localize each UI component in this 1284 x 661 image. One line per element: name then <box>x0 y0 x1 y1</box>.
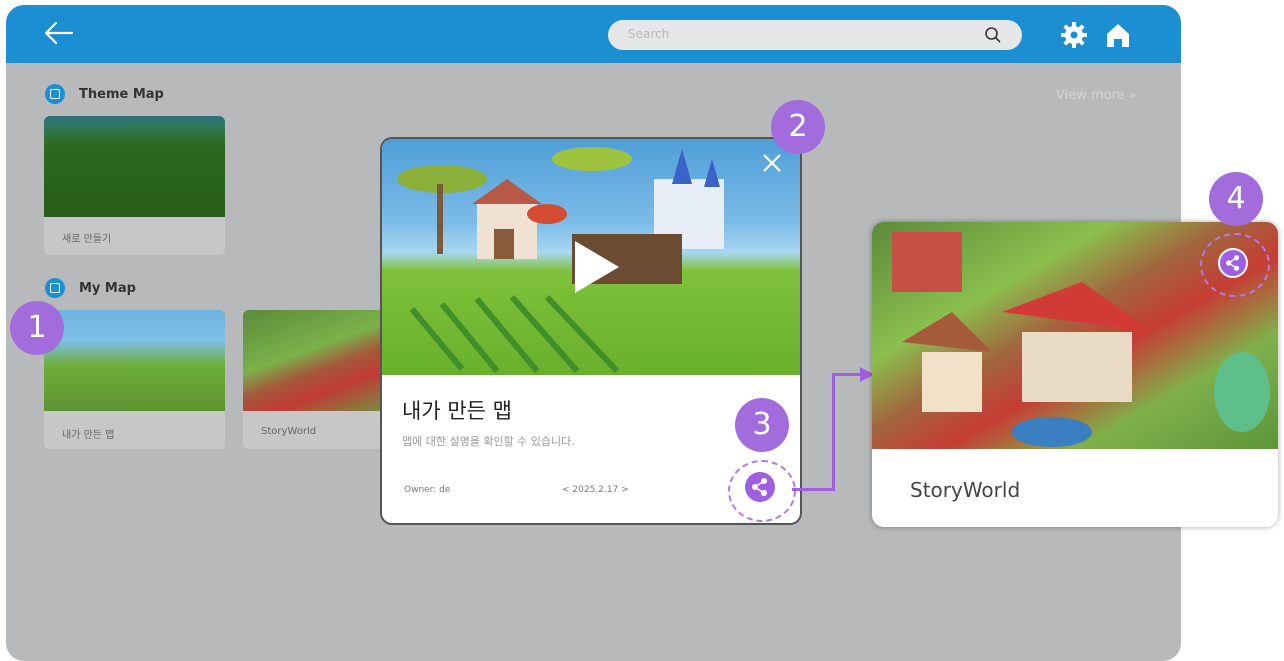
view-more-label: View more <box>1056 88 1125 103</box>
share-icon <box>1226 255 1240 271</box>
gear-icon[interactable] <box>1059 20 1089 50</box>
my-map-card-1[interactable]: 내가 만든 맵 <box>44 310 225 449</box>
step-badge-1: 1 <box>10 301 64 355</box>
step-badge-4: 4 <box>1209 172 1263 226</box>
my-map-title: My Map <box>79 281 136 296</box>
card-thumbnail <box>44 116 225 217</box>
modal-description: 맵에 대한 설명을 확인할 수 있습니다. <box>402 435 575 448</box>
step-badge-3: 3 <box>735 398 789 452</box>
my-map-icon <box>45 278 65 298</box>
my-map-card-2[interactable]: StoryWorld <box>243 310 403 449</box>
card-label: StoryWorld <box>261 426 317 437</box>
modal-share-button[interactable] <box>745 472 775 502</box>
arrow-left-icon <box>44 21 74 45</box>
theme-map-card-new[interactable]: 새로 만들기 <box>44 116 225 255</box>
connector-line <box>792 488 834 491</box>
map-detail-modal: 내가 만든 맵 맵에 대한 설명을 확인할 수 있습니다. Owner: de … <box>382 139 800 523</box>
map-preview-image[interactable] <box>382 139 800 375</box>
back-button[interactable] <box>42 19 76 47</box>
storyworld-title: StoryWorld <box>910 478 1021 502</box>
close-icon[interactable] <box>762 153 782 173</box>
card-thumbnail <box>44 310 225 411</box>
theme-map-icon <box>45 84 65 104</box>
close-button[interactable] <box>762 153 782 177</box>
theme-map-title: Theme Map <box>79 87 164 102</box>
card-label: 내가 만든 맵 <box>62 430 115 441</box>
play-icon[interactable] <box>575 241 619 293</box>
home-icon[interactable] <box>1103 20 1133 50</box>
view-more-link[interactable]: View more » <box>1056 88 1137 103</box>
connector-line <box>832 373 835 491</box>
modal-title: 내가 만든 맵 <box>402 399 512 423</box>
date-label: < 2025.2.17 > <box>562 485 629 495</box>
share-icon <box>752 478 767 496</box>
card-thumbnail <box>243 310 403 411</box>
card-label: 새로 만들기 <box>62 234 112 245</box>
top-bar: Search <box>6 5 1181 63</box>
owner-label: Owner: de <box>404 485 451 495</box>
step-badge-2: 2 <box>771 100 825 154</box>
callout-share-button[interactable] <box>1218 248 1248 278</box>
search-icon[interactable] <box>984 26 1002 44</box>
search-placeholder: Search <box>628 27 670 41</box>
search-bar[interactable]: Search <box>608 20 1022 50</box>
